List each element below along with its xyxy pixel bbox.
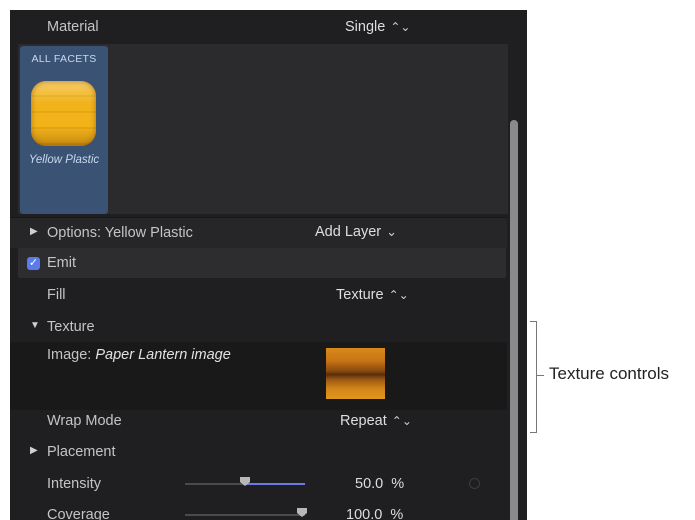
intensity-row: Intensity 50.0 % bbox=[10, 468, 507, 498]
callout-bracket bbox=[530, 321, 537, 433]
wrap-mode-label: Wrap Mode bbox=[47, 413, 122, 429]
intensity-label: Intensity bbox=[47, 476, 101, 492]
wrap-mode-value: Repeat bbox=[340, 413, 387, 429]
intensity-value: 50.0 bbox=[355, 476, 384, 492]
options-label: Options: Yellow Plastic bbox=[47, 225, 193, 241]
disclosure-right-icon[interactable]: ▶ bbox=[30, 445, 38, 456]
texture-row[interactable]: ▼ Texture bbox=[10, 312, 507, 342]
callout-leader bbox=[536, 375, 544, 376]
image-name: Paper Lantern image bbox=[95, 347, 231, 363]
material-swatch bbox=[31, 81, 96, 146]
coverage-value: 100.0 bbox=[346, 507, 383, 520]
coverage-value-field[interactable]: 100.0 % bbox=[346, 507, 403, 520]
facet-all-facets[interactable]: ALL FACETS Yellow Plastic bbox=[20, 46, 108, 214]
inspector-panel: Material Single ⌃⌄ ALL FACETS Yellow Plas… bbox=[10, 10, 527, 520]
coverage-row: Coverage 100.0 % bbox=[10, 499, 507, 520]
add-layer-label: Add Layer bbox=[315, 224, 382, 240]
callout-label: Texture controls bbox=[549, 364, 669, 383]
options-row[interactable]: ▶ Options: Yellow Plastic Add Layer ⌄ bbox=[10, 217, 507, 248]
texture-image-well[interactable] bbox=[326, 348, 385, 399]
image-row: Image: Paper Lantern image bbox=[10, 342, 507, 410]
coverage-slider-track[interactable] bbox=[185, 514, 305, 516]
placement-label: Placement bbox=[47, 444, 116, 460]
coverage-label: Coverage bbox=[47, 507, 110, 520]
texture-label: Texture bbox=[47, 319, 95, 335]
updown-icon: ⌃⌄ bbox=[391, 414, 412, 428]
image-label: Image: Paper Lantern image bbox=[47, 347, 231, 363]
emit-label: Emit bbox=[47, 255, 76, 271]
material-row: Material Single ⌃⌄ bbox=[10, 10, 507, 44]
wrap-mode-popup[interactable]: Repeat ⌃⌄ bbox=[340, 413, 412, 429]
keyframe-icon[interactable] bbox=[469, 478, 480, 489]
material-popup[interactable]: Single ⌃⌄ bbox=[345, 19, 410, 35]
chevron-down-icon: ⌄ bbox=[386, 224, 398, 239]
intensity-unit: % bbox=[391, 476, 405, 492]
intensity-value-field[interactable]: 50.0 % bbox=[355, 476, 404, 492]
fill-row: Fill Texture ⌃⌄ bbox=[10, 280, 507, 310]
material-value: Single bbox=[345, 19, 386, 35]
wrap-mode-row: Wrap Mode Repeat ⌃⌄ bbox=[10, 406, 507, 436]
emit-row: ✓ Emit bbox=[18, 248, 506, 278]
fill-label: Fill bbox=[47, 287, 66, 303]
updown-icon: ⌃⌄ bbox=[388, 288, 409, 302]
coverage-unit: % bbox=[390, 507, 404, 520]
facet-title: ALL FACETS bbox=[31, 53, 97, 65]
emit-checkbox[interactable]: ✓ bbox=[27, 257, 40, 270]
material-label: Material bbox=[47, 19, 99, 35]
disclosure-right-icon[interactable]: ▶ bbox=[30, 226, 38, 237]
disclosure-down-icon[interactable]: ▼ bbox=[30, 320, 40, 331]
updown-icon: ⌃⌄ bbox=[390, 20, 411, 34]
image-label-text: Image: bbox=[47, 347, 92, 363]
placement-row[interactable]: ▶ Placement bbox=[10, 437, 507, 467]
facet-material-name: Yellow Plastic bbox=[28, 154, 100, 166]
intensity-slider-fill bbox=[245, 483, 305, 485]
add-layer-button[interactable]: Add Layer ⌄ bbox=[315, 224, 397, 240]
scrollbar[interactable] bbox=[510, 120, 518, 520]
fill-value: Texture bbox=[336, 287, 384, 303]
fill-popup[interactable]: Texture ⌃⌄ bbox=[336, 287, 409, 303]
